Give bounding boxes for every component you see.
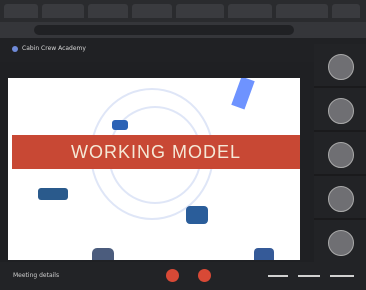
decor-shape-lower [186,206,208,224]
participant-avatar-5 [328,230,354,256]
chat-button[interactable] [330,275,354,277]
more-options-button[interactable] [268,275,288,277]
participant-tile-1[interactable] [314,44,366,86]
url-field[interactable] [34,25,294,35]
meeting-header: Cabin Crew Academy [0,38,366,62]
decor-shape-bottom-left [92,248,114,260]
participant-avatar-1 [328,54,354,80]
participant-tile-5[interactable] [314,220,366,262]
people-button[interactable] [298,275,320,277]
camera-button[interactable] [198,269,211,282]
meeting-logo [12,46,18,52]
meeting-details-label: Meeting details [13,272,60,279]
address-bar [0,22,366,38]
tab-4[interactable] [132,4,172,18]
meeting-name: Cabin Crew Academy [22,45,86,52]
video-call-window: Cabin Crew Academy WORKING MODEL Meeting… [0,0,366,290]
tab-1[interactable] [4,4,38,18]
participants-panel [314,44,366,264]
working-model-banner: WORKING MODEL [12,135,300,169]
decor-shape-bottom-right [254,248,274,260]
tab-8[interactable] [332,4,360,18]
decor-shape-left [38,188,68,200]
tab-5[interactable] [176,4,224,18]
browser-tabs [0,0,366,22]
participant-tile-3[interactable] [314,132,366,174]
tab-7[interactable] [276,4,328,18]
mic-button[interactable] [166,269,179,282]
tab-6[interactable] [228,4,272,18]
participant-avatar-2 [328,98,354,124]
participant-avatar-4 [328,186,354,212]
participant-avatar-3 [328,142,354,168]
presentation-stage [8,78,300,260]
call-controls-bar: Meeting details [0,262,366,290]
participant-tile-4[interactable] [314,176,366,218]
decor-shape-center [112,120,128,130]
tab-2[interactable] [42,4,84,18]
decor-shape-top-right [231,78,255,110]
tab-3[interactable] [88,4,128,18]
participant-tile-2[interactable] [314,88,366,130]
